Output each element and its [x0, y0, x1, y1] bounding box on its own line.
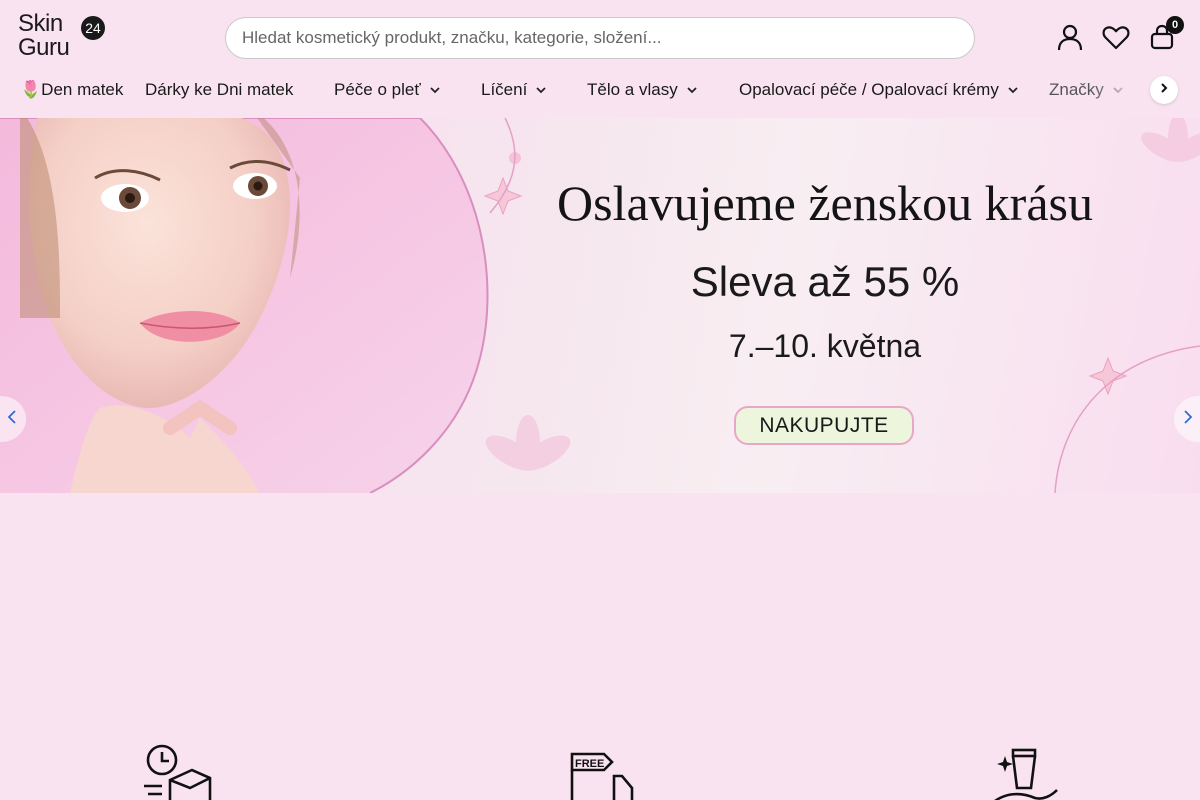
logo-line2: Guru — [18, 34, 70, 61]
cart-count-badge: 0 — [1166, 16, 1184, 34]
logo-line1: Skin — [18, 10, 63, 37]
chevron-down-icon — [429, 84, 441, 96]
nav-scroll-right-button[interactable] — [1150, 76, 1178, 104]
chevron-right-icon — [1158, 81, 1170, 99]
nav-item-pece-o-plet[interactable]: Péče o pleť — [334, 72, 441, 108]
hero-subtitle: Sleva až 55 % — [690, 258, 960, 305]
nav-item-label: Péče o pleť — [334, 80, 421, 99]
nav-item-label: Opalovací péče / Opalovací krémy — [739, 80, 999, 99]
svg-text:FREE: FREE — [575, 758, 604, 770]
hero-dates: 7.–10. května — [728, 328, 922, 364]
chevron-down-icon — [535, 84, 547, 96]
nav-item-label: Líčení — [481, 80, 528, 99]
hero-banner[interactable]: Oslavujeme ženskou krásu Sleva až 55 % 7… — [0, 118, 1200, 493]
search-input[interactable] — [225, 17, 975, 59]
nav-fade-overlay — [1090, 72, 1150, 108]
chevron-down-icon — [686, 84, 698, 96]
user-icon[interactable] — [1055, 22, 1085, 52]
nav-item-liceni[interactable]: Líčení — [481, 72, 547, 108]
nav-item-label: Dárky ke Dni matek — [145, 80, 294, 99]
cosmetic-tube-hand-icon — [985, 740, 1065, 800]
shop-now-button[interactable]: NAKUPUJTE — [734, 406, 914, 445]
nav-item-telo-a-vlasy[interactable]: Tělo a vlasy — [587, 72, 698, 108]
chevron-right-icon — [1181, 409, 1200, 429]
nav-item-den-matek[interactable]: 🌷Den matek — [20, 72, 123, 108]
nav-item-label: 🌷Den matek — [20, 80, 124, 99]
free-shipping-truck-icon: FREE — [562, 740, 642, 800]
chevron-left-icon — [0, 409, 19, 429]
nav-item-opalovaci-pece[interactable]: Opalovací péče / Opalovací krémy — [739, 72, 1019, 108]
logo-badge: 24 — [81, 16, 105, 40]
chevron-down-icon — [1007, 84, 1019, 96]
logo[interactable]: Skin Guru 24 — [18, 12, 108, 62]
hero-title: Oslavujeme ženskou krásu — [557, 175, 1093, 231]
nav-item-label: Tělo a vlasy — [587, 80, 678, 99]
fast-delivery-box-icon — [140, 740, 220, 800]
main-nav: 🌷Den matek Dárky ke Dni matek Péče o ple… — [0, 72, 1200, 108]
nav-item-darky[interactable]: Dárky ke Dni matek — [145, 72, 293, 108]
heart-icon[interactable] — [1101, 22, 1131, 52]
